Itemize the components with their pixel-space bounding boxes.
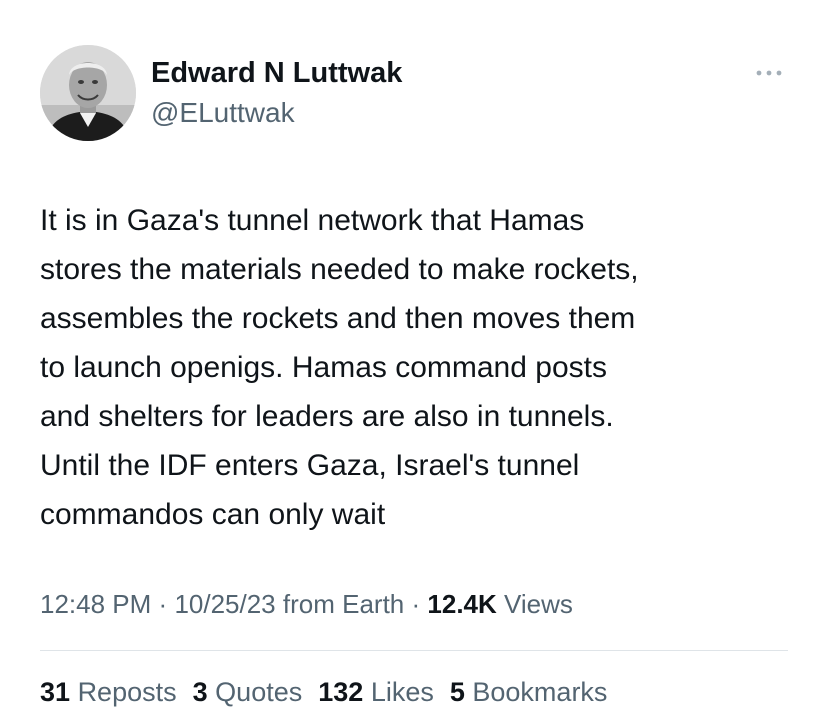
tweet-text: It is in Gaza's tunnel network that Hama… (40, 204, 639, 531)
reposts-stat[interactable]: 31 Reposts (40, 675, 177, 709)
quotes-label: Quotes (215, 677, 303, 707)
quotes-count: 3 (192, 677, 208, 707)
reposts-label: Reposts (77, 677, 177, 707)
tweet-time[interactable]: 12:48 PM (40, 589, 151, 619)
tweet-date[interactable]: 10/25/23 (174, 589, 275, 619)
author-display-name[interactable]: Edward N Luttwak (151, 56, 402, 90)
divider (40, 650, 788, 651)
likes-stat[interactable]: 132 Likes (318, 675, 434, 709)
likes-label: Likes (370, 677, 434, 707)
tweet-source: from Earth (282, 589, 405, 619)
author-handle[interactable]: @ELuttwak (151, 97, 295, 129)
bookmarks-count: 5 (449, 677, 465, 707)
bookmarks-label: Bookmarks (472, 677, 608, 707)
likes-count: 132 (318, 677, 364, 707)
bookmarks-stat[interactable]: 5 Bookmarks (450, 675, 608, 709)
tweet-metadata: 12:48 PM · 10/25/23 from Earth · 12.4K V… (40, 587, 573, 621)
reposts-count: 31 (40, 677, 71, 707)
avatar[interactable] (40, 45, 136, 141)
separator: · (158, 589, 168, 619)
views-label: Views (504, 589, 573, 619)
separator: · (411, 589, 421, 619)
more-options-button[interactable] (752, 62, 786, 84)
quotes-stat[interactable]: 3 Quotes (193, 675, 303, 709)
views-count[interactable]: 12.4K (427, 589, 496, 619)
more-horizontal-icon (756, 70, 782, 76)
engagement-stats: 31 Reposts 3 Quotes 132 Likes 5 Bookmark… (40, 675, 607, 709)
profile-photo (40, 45, 136, 141)
